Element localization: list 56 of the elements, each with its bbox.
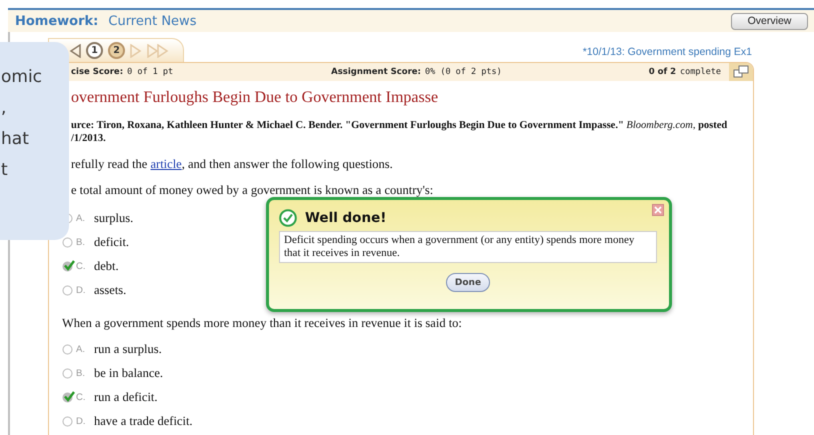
option-text: surplus. [94, 210, 134, 226]
score-value: 0 of 1 pt [127, 67, 174, 77]
question-text: When a government spends more money than it receives in revenue it is said to: [62, 316, 463, 331]
option-letter: A. [76, 212, 86, 224]
article-link[interactable]: article [150, 157, 182, 171]
article-title: overnment Furloughs Begin Due to Government Impasse [70, 89, 440, 107]
option-letter: D. [76, 284, 86, 296]
next-icon[interactable] [130, 44, 142, 58]
feedback-title: Well done! [305, 210, 386, 226]
callout-text: t [0, 159, 9, 182]
option-letter: D. [76, 416, 86, 426]
callout-text: omic [0, 66, 44, 89]
question-text: e total amount of money owed by a government is known as a country's: [70, 183, 434, 198]
option-text: run a deficit. [94, 390, 158, 404]
callout-text: , [0, 97, 8, 120]
page-button[interactable]: 2 [108, 42, 125, 59]
instruction-text: refully read the [71, 157, 148, 171]
radio-icon[interactable] [62, 236, 74, 248]
page-button[interactable]: 1 [86, 42, 103, 59]
done-button[interactable]: Done [446, 273, 490, 292]
instruction-text: , and then answer the following questions. [182, 157, 393, 171]
option-letter: A. [76, 344, 86, 354]
callout-text: hat [0, 128, 30, 151]
selected-radio-icon[interactable] [62, 260, 74, 272]
score-label: cise Score: [71, 67, 124, 77]
overview-button[interactable]: Overview [731, 12, 808, 30]
radio-icon[interactable] [62, 367, 74, 379]
score-label: Assignment Score: [331, 67, 421, 77]
check-circle-icon [279, 209, 297, 227]
radio-icon[interactable] [62, 415, 74, 427]
complete-count: 0 of 2 [648, 67, 676, 77]
feedback-message: Deficit spending occurs when a government (or any entity) spends more money that it receives in revenue. [279, 231, 657, 263]
header-title: Current News [108, 14, 198, 28]
radio-icon[interactable] [62, 284, 74, 296]
option-text: assets. [94, 282, 126, 298]
close-button[interactable] [652, 204, 664, 216]
score-value: 0% (0 of 2 pts) [424, 67, 502, 77]
popout-icon[interactable] [729, 63, 753, 81]
option-letter: C. [76, 260, 86, 272]
option-text: run a surplus. [94, 342, 162, 356]
exercise-link[interactable]: *10/1/13: Government spending Ex1 [582, 46, 752, 58]
header-label: Homework: [15, 14, 98, 28]
last-icon[interactable] [147, 44, 169, 58]
option-text: have a trade deficit. [94, 414, 193, 428]
option-text: be in balance. [94, 366, 164, 380]
previous-icon[interactable] [69, 44, 81, 58]
option-text: debt. [94, 258, 119, 274]
option-letter: B. [76, 236, 86, 248]
option-letter: C. [76, 392, 86, 402]
source-date: /1/2013. [70, 132, 107, 145]
selected-radio-icon[interactable] [62, 391, 74, 403]
source-citation: urce: Tiron, Roxana, Kathleen Hunter & Michael C. Bender. "Government Furloughs Begin Due to Government Impasse." Bloomberg.com, posted [70, 119, 728, 132]
complete-label: complete [680, 67, 721, 77]
option-letter: B. [76, 368, 86, 378]
option-text: deficit. [94, 234, 130, 250]
radio-icon[interactable] [62, 343, 74, 355]
